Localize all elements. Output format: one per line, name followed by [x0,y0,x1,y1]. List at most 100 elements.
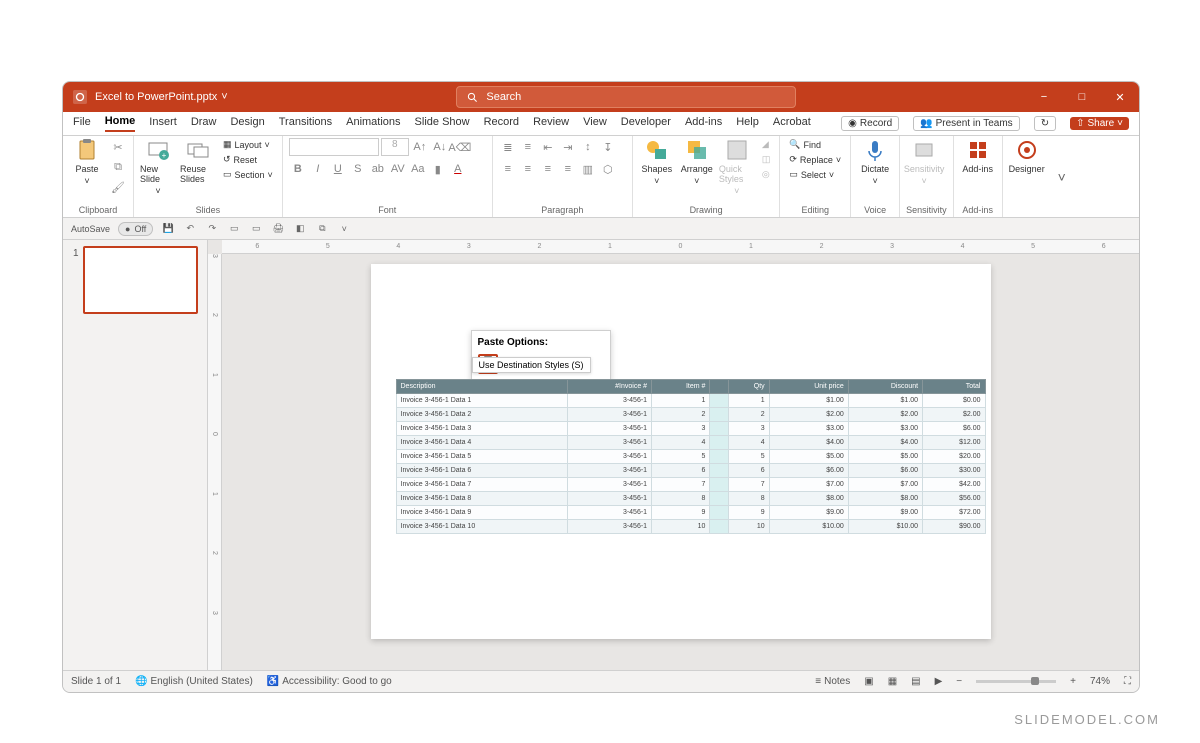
table-cell[interactable]: $56.00 [923,492,985,506]
embedded-table[interactable]: Description#Invoice #Item #QtyUnit price… [396,379,986,534]
format-painter-button[interactable]: 🖌 [109,178,127,196]
align-center-button[interactable]: ≡ [519,160,537,178]
table-cell[interactable]: $9.00 [848,506,922,520]
align-right-button[interactable]: ≡ [539,160,557,178]
table-cell[interactable]: 1 [652,394,710,408]
table-cell[interactable]: $8.00 [848,492,922,506]
layout-button[interactable]: ▦ Layout ˅ [220,138,276,151]
table-cell[interactable]: $4.00 [848,436,922,450]
italic-button[interactable]: I [309,160,327,178]
quick-styles-button[interactable]: Quick Styles˅ [719,138,755,196]
table-cell[interactable] [710,506,728,520]
table-cell[interactable]: $9.00 [769,506,848,520]
table-cell[interactable]: Invoice 3-456-1 Data 6 [396,464,568,478]
tab-developer[interactable]: Developer [621,116,671,131]
line-spacing-button[interactable]: ↕ [579,138,597,156]
table-cell[interactable]: $20.00 [923,450,985,464]
qat-icon-1[interactable]: ▭ [227,222,241,236]
table-cell[interactable]: 4 [728,436,769,450]
tab-acrobat[interactable]: Acrobat [773,116,811,131]
table-cell[interactable] [710,464,728,478]
clear-format-button[interactable]: A⌫ [451,138,469,156]
justify-button[interactable]: ≡ [559,160,577,178]
tab-home[interactable]: Home [105,115,136,132]
align-left-button[interactable]: ≡ [499,160,517,178]
table-cell[interactable]: 6 [728,464,769,478]
table-cell[interactable]: 2 [652,408,710,422]
view-sorter-button[interactable]: ▦ [888,676,897,687]
table-cell[interactable]: $6.00 [769,464,848,478]
cut-button[interactable]: ✂ [109,138,127,156]
table-row[interactable]: Invoice 3-456-1 Data 53-456-155$5.00$5.0… [396,450,985,464]
smartart-button[interactable]: ⬡ [599,160,617,178]
table-cell[interactable]: $5.00 [848,450,922,464]
zoom-slider[interactable] [976,680,1056,683]
find-button[interactable]: 🔍 Find [786,138,844,151]
table-cell[interactable]: 3 [728,422,769,436]
font-family-select[interactable] [289,138,379,156]
section-button[interactable]: ▭ Section ˅ [220,168,276,181]
highlight-button[interactable]: ▮ [429,160,447,178]
notes-button[interactable]: ≡ Notes [815,676,850,687]
fit-button[interactable]: ⛶ [1124,676,1131,687]
table-cell[interactable]: $2.00 [848,408,922,422]
table-cell[interactable]: 3-456-1 [568,422,652,436]
status-language[interactable]: 🌐 English (United States) [135,676,253,687]
qat-icon-4[interactable]: ⧉ [315,222,329,236]
qat-icon-3[interactable]: ◧ [293,222,307,236]
table-row[interactable]: Invoice 3-456-1 Data 43-456-144$4.00$4.0… [396,436,985,450]
shape-fill-button[interactable]: ◢ [759,138,774,151]
reset-button[interactable]: ↺ Reset [220,153,276,166]
shadow-button[interactable]: ab [369,160,387,178]
table-cell[interactable]: 8 [652,492,710,506]
font-color-button[interactable]: A [449,160,467,178]
table-cell[interactable]: $42.00 [923,478,985,492]
qat-icon-2[interactable]: ▭ [249,222,263,236]
table-cell[interactable]: $0.00 [923,394,985,408]
table-cell[interactable]: Invoice 3-456-1 Data 4 [396,436,568,450]
redo-button[interactable]: ↷ [205,222,219,236]
tab-help[interactable]: Help [736,116,759,131]
table-cell[interactable]: 9 [728,506,769,520]
table-cell[interactable]: 3-456-1 [568,436,652,450]
table-cell[interactable] [710,436,728,450]
table-row[interactable]: Invoice 3-456-1 Data 103-456-11010$10.00… [396,520,985,534]
table-cell[interactable]: $2.00 [769,408,848,422]
shrink-font-button[interactable]: A↓ [431,138,449,156]
table-cell[interactable] [710,492,728,506]
table-cell[interactable]: 7 [728,478,769,492]
table-cell[interactable]: Invoice 3-456-1 Data 1 [396,394,568,408]
paste-button[interactable]: Paste˅ [69,138,105,186]
table-cell[interactable]: 3-456-1 [568,506,652,520]
table-cell[interactable]: Invoice 3-456-1 Data 10 [396,520,568,534]
table-cell[interactable]: 2 [728,408,769,422]
qat-print-button[interactable]: 🖨 [271,222,285,236]
table-cell[interactable]: $10.00 [848,520,922,534]
catchup-button[interactable]: ↻ [1034,116,1056,131]
table-cell[interactable]: Invoice 3-456-1 Data 9 [396,506,568,520]
table-cell[interactable]: 3-456-1 [568,394,652,408]
table-cell[interactable]: 3-456-1 [568,464,652,478]
table-cell[interactable]: 10 [652,520,710,534]
table-cell[interactable]: $4.00 [769,436,848,450]
table-cell[interactable]: $12.00 [923,436,985,450]
slide-thumbnail-1[interactable]: 1 [83,246,198,314]
table-cell[interactable]: 5 [728,450,769,464]
new-slide-button[interactable]: + New Slide˅ [140,138,176,196]
table-cell[interactable]: 4 [652,436,710,450]
slide-1[interactable]: Paste Options: A Use Destination Styles [371,264,991,639]
table-cell[interactable]: $6.00 [848,464,922,478]
bullets-button[interactable]: ≣ [499,138,517,156]
view-reading-button[interactable]: ▤ [911,676,920,687]
table-cell[interactable]: 3-456-1 [568,478,652,492]
tab-animations[interactable]: Animations [346,116,400,131]
table-cell[interactable]: $30.00 [923,464,985,478]
tab-addins[interactable]: Add-ins [685,116,722,131]
table-cell[interactable]: Invoice 3-456-1 Data 7 [396,478,568,492]
sensitivity-button[interactable]: Sensitivity˅ [906,138,942,186]
shape-effects-button[interactable]: ◎ [759,168,774,181]
table-row[interactable]: Invoice 3-456-1 Data 63-456-166$6.00$6.0… [396,464,985,478]
tab-transitions[interactable]: Transitions [279,116,332,131]
tab-draw[interactable]: Draw [191,116,217,131]
shapes-button[interactable]: Shapes˅ [639,138,675,186]
